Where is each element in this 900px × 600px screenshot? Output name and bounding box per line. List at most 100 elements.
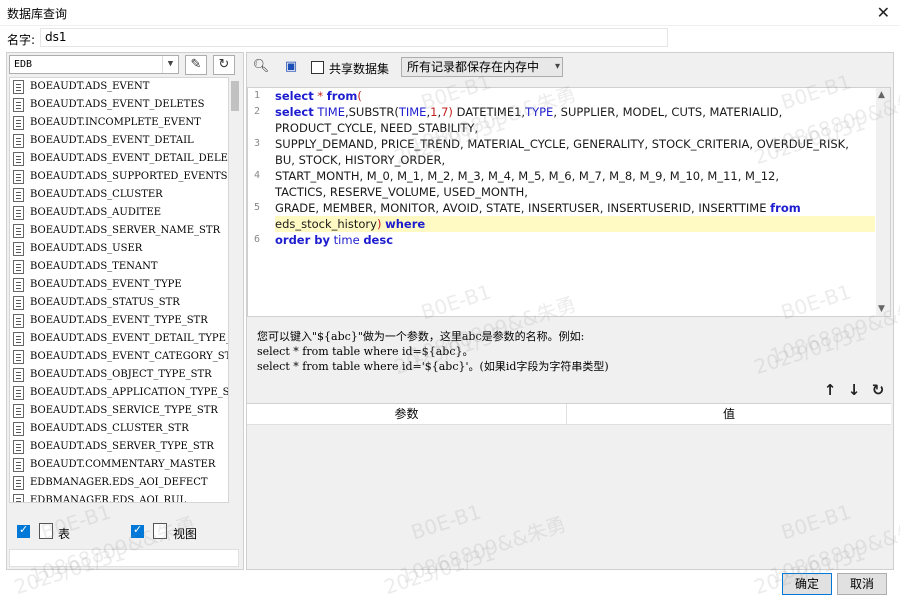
move-down-icon[interactable]: ↓: [845, 381, 863, 399]
table-icon: [13, 350, 24, 364]
show-tables-checkbox[interactable]: [17, 523, 30, 538]
table-list-item[interactable]: EDBMANAGER.EDS_AOI_DEFECT: [10, 474, 228, 492]
table-icon: [13, 242, 24, 256]
sql-token: eds_stock_history: [275, 217, 377, 231]
table-icon: [13, 134, 24, 148]
table-list-item[interactable]: BOEAUDT.ADS_TENANT: [10, 258, 228, 276]
table-list-item[interactable]: BOEAUDT.ADS_SUPPORTED_EVENTS: [10, 168, 228, 186]
table-icon: [13, 278, 24, 292]
table-icon: [13, 260, 24, 274]
table-icon: [13, 170, 24, 184]
memory-mode-select[interactable]: 所有记录都保存在内存中 ▾: [401, 57, 563, 77]
move-up-icon[interactable]: ↑: [821, 381, 839, 399]
table-list-item[interactable]: BOEAUDT.COMMENTARY_MASTER: [10, 456, 228, 474]
table-list-item[interactable]: BOEAUDT.ADS_EVENT_TYPE: [10, 276, 228, 294]
view-icon: [153, 523, 167, 539]
table-list-item[interactable]: BOEAUDT.ADS_AUDITEE: [10, 204, 228, 222]
table-list-item[interactable]: BOEAUDT.ADS_APPLICATION_TYPE_STR: [10, 384, 228, 402]
table-list[interactable]: BOEAUDT.ADS_EVENT BOEAUDT.ADS_EVENT_DELET…: [9, 77, 229, 503]
sql-line[interactable]: select * from(: [275, 88, 875, 104]
sql-line[interactable]: TACTICS, RESERVE_VOLUME, USED_MONTH,: [275, 184, 875, 200]
ok-button[interactable]: 确定: [782, 573, 832, 595]
table-list-item[interactable]: BOEAUDT.ADS_SERVER_NAME_STR: [10, 222, 228, 240]
scroll-up-icon[interactable]: ▲: [878, 90, 885, 100]
table-icon: [39, 523, 53, 539]
sql-line[interactable]: eds_stock_history) where: [275, 216, 875, 232]
line-number: 6: [254, 234, 261, 245]
param-column-header[interactable]: 参数: [247, 404, 567, 425]
sql-token: TYPE: [525, 105, 554, 119]
table-list-item[interactable]: BOEAUDT.ADS_STATUS_STR: [10, 294, 228, 312]
table-list-item[interactable]: BOEAUDT.ADS_CLUSTER: [10, 186, 228, 204]
preview-icon[interactable]: 🔍︎: [251, 57, 271, 77]
table-list-item[interactable]: BOEAUDT.ADS_EVENT_DETAIL_TYPE_STR: [10, 330, 228, 348]
refresh-params-icon[interactable]: ↻: [869, 381, 887, 399]
sql-editor[interactable]: 1 2 3 4 5 6 select * from(select TIME,SUBSTR(…: [247, 87, 891, 317]
line-number: 5: [254, 202, 261, 213]
table-name: BOEAUDT.ADS_CLUSTER_STR: [30, 423, 189, 434]
editor-scrollbar[interactable]: ▲ ▼: [876, 88, 890, 316]
line-number: 4: [254, 170, 261, 181]
table-name: BOEAUDT.ADS_EVENT_TYPE_STR: [30, 315, 208, 326]
table-list-item[interactable]: BOEAUDT.ADS_EVENT_DETAIL_DELETES: [10, 150, 228, 168]
table-icon: [13, 404, 24, 418]
sql-token: ,SUBSTR(: [344, 105, 399, 119]
table-list-item[interactable]: BOEAUDT.ADS_SERVICE_TYPE_STR: [10, 402, 228, 420]
table-icon: [13, 98, 24, 112]
table-icon: [13, 224, 24, 238]
table-name: BOEAUDT.ADS_EVENT_DETAIL_DELETES: [30, 153, 229, 164]
sql-line[interactable]: select TIME,SUBSTR(TIME,1,7) DATETIME1,T…: [275, 104, 875, 120]
chevron-down-icon[interactable]: ▾: [555, 58, 560, 76]
sql-line[interactable]: SUPPLY_DEMAND, PRICE_TREND, MATERIAL_CYC…: [275, 136, 875, 152]
table-name: BOEAUDT.ADS_STATUS_STR: [30, 297, 180, 308]
table-list-item[interactable]: BOEAUDT.ADS_OBJECT_TYPE_STR: [10, 366, 228, 384]
table-name: EDBMANAGER.EDS_AOI_DEFECT: [30, 477, 208, 488]
sql-line[interactable]: GRADE, MEMBER, MONITOR, AVOID, STATE, IN…: [275, 200, 875, 216]
table-name: BOEAUDT.ADS_USER: [30, 243, 143, 254]
table-list-item[interactable]: BOEAUDT.ADS_EVENT: [10, 78, 228, 96]
sql-line[interactable]: START_MONTH, M_0, M_1, M_2, M_3, M_4, M_…: [275, 168, 875, 184]
table-name: BOEAUDT.ADS_EVENT_CATEGORY_STR: [30, 351, 229, 362]
show-views-checkbox[interactable]: [131, 523, 144, 538]
parameter-table[interactable]: 参数 值: [247, 403, 891, 569]
chevron-down-icon[interactable]: ▼: [162, 56, 178, 73]
refresh-icon[interactable]: ↻: [213, 55, 235, 75]
sql-token: where: [385, 217, 426, 231]
table-list-item[interactable]: BOEAUDT.INCOMPLETE_EVENT: [10, 114, 228, 132]
sql-token: from: [770, 201, 801, 215]
table-name: BOEAUDT.ADS_CLUSTER: [30, 189, 163, 200]
share-dataset-checkbox[interactable]: [311, 61, 324, 74]
scrollbar-thumb[interactable]: [231, 81, 239, 111]
name-input[interactable]: ds1: [40, 28, 668, 47]
save-icon[interactable]: ▣: [281, 57, 301, 77]
table-list-item[interactable]: BOEAUDT.ADS_EVENT_CATEGORY_STR: [10, 348, 228, 366]
datasource-select[interactable]: EDB ▼: [9, 55, 179, 74]
edit-icon[interactable]: ✎: [185, 55, 207, 75]
table-list-item[interactable]: BOEAUDT.ADS_EVENT_DETAIL: [10, 132, 228, 150]
table-name: BOEAUDT.ADS_EVENT: [30, 81, 150, 92]
hint-line: select * from table where id='${abc}'。(如…: [257, 360, 609, 373]
table-list-item[interactable]: BOEAUDT.ADS_SERVER_TYPE_STR: [10, 438, 228, 456]
table-list-item[interactable]: BOEAUDT.ADS_USER: [10, 240, 228, 258]
table-icon: [13, 368, 24, 382]
sql-line[interactable]: PRODUCT_CYCLE, NEED_STABILITY,: [275, 120, 875, 136]
table-name: BOEAUDT.COMMENTARY_MASTER: [30, 459, 216, 470]
scroll-down-icon[interactable]: ▼: [878, 304, 885, 314]
table-list-item[interactable]: BOEAUDT.ADS_EVENT_TYPE_STR: [10, 312, 228, 330]
cancel-button[interactable]: 取消: [837, 573, 887, 595]
table-filter-input[interactable]: [9, 549, 239, 567]
table-list-scrollbar[interactable]: [229, 77, 241, 503]
sql-token: select: [275, 89, 314, 103]
table-icon: [13, 386, 24, 400]
show-tables-label: 表: [58, 527, 71, 541]
close-icon[interactable]: ✕: [877, 3, 890, 22]
table-list-item[interactable]: BOEAUDT.ADS_EVENT_DELETES: [10, 96, 228, 114]
table-list-item[interactable]: EDBMANAGER.EDS_AOI_RUL: [10, 492, 228, 502]
table-list-item[interactable]: BOEAUDT.ADS_CLUSTER_STR: [10, 420, 228, 438]
value-column-header[interactable]: 值: [568, 404, 890, 425]
sql-line[interactable]: order by time desc: [275, 232, 875, 248]
name-label: 名字:: [7, 33, 36, 47]
sql-code[interactable]: select * from(select TIME,SUBSTR(TIME,1,…: [275, 88, 875, 248]
sql-line[interactable]: BU, STOCK, HISTORY_ORDER,: [275, 152, 875, 168]
hint-line: 您可以键入"${abc}"做为一个参数，这里abc是参数的名称。例如:: [257, 330, 585, 343]
